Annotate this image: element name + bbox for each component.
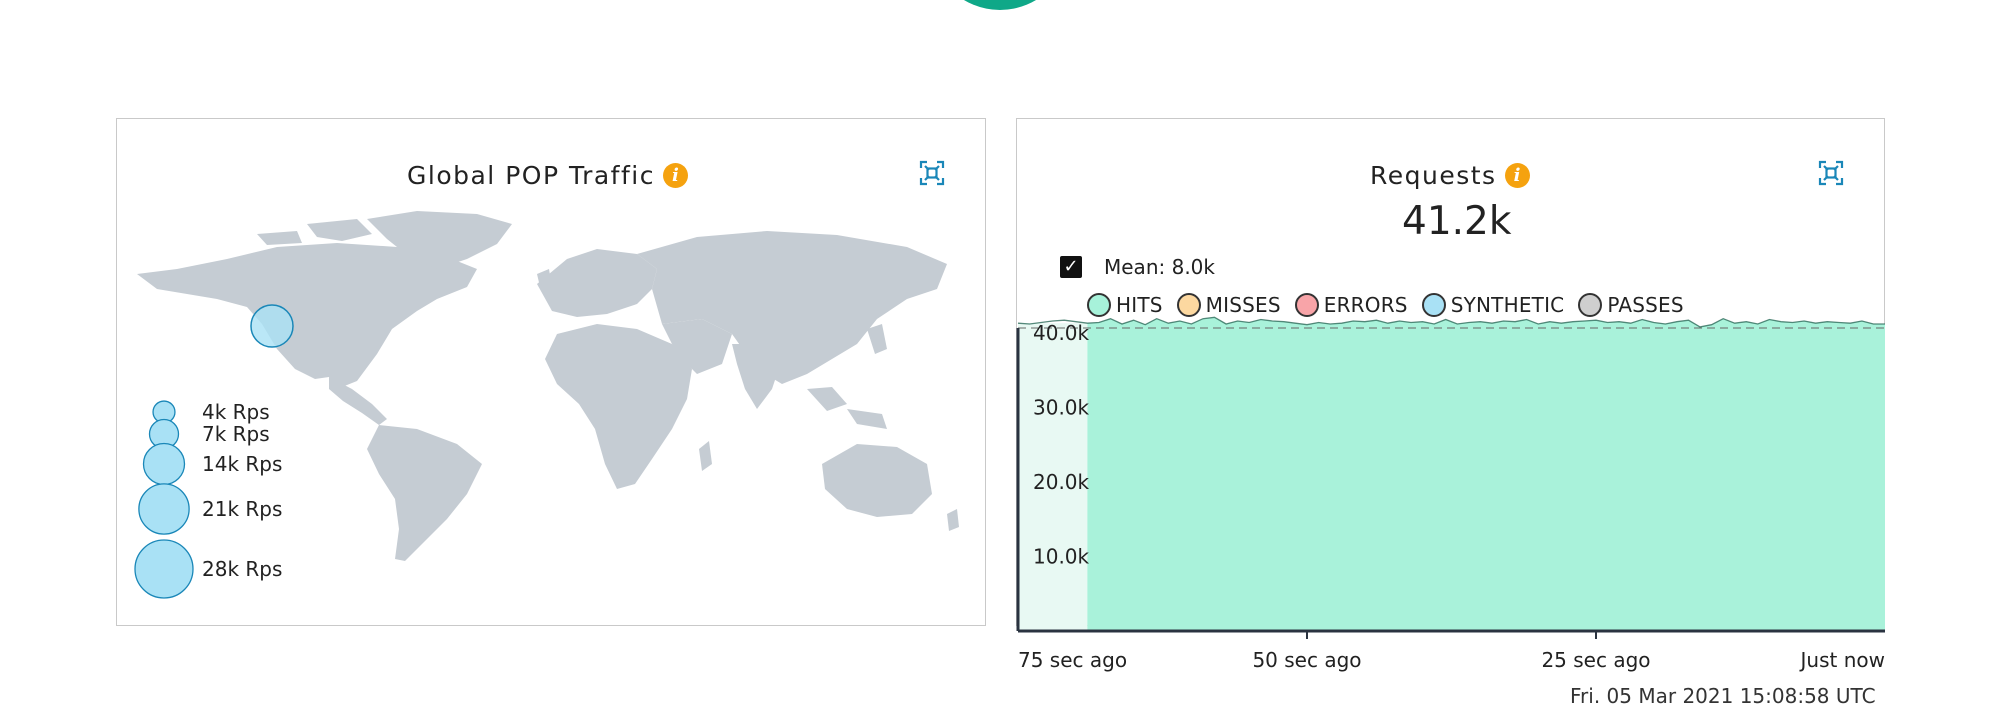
island-new-zealand xyxy=(947,509,959,531)
world-map xyxy=(134,211,959,599)
requests-title: Requests xyxy=(1370,161,1497,190)
legend-bubble-label: 28k Rps xyxy=(202,557,283,581)
bubble-size-legend xyxy=(134,400,194,599)
series-legend-item-passes[interactable]: PASSES xyxy=(1578,293,1684,317)
series-color-dot xyxy=(1087,293,1111,317)
continent-central-america xyxy=(329,377,387,425)
series-legend-label: SYNTHETIC xyxy=(1450,293,1565,317)
continent-africa xyxy=(545,324,692,489)
series-color-dot xyxy=(1421,293,1446,317)
continent-north-america xyxy=(137,243,477,387)
series-legend-item-errors[interactable]: ERRORS xyxy=(1294,293,1408,317)
continent-australia xyxy=(822,444,932,517)
pop-bubble[interactable] xyxy=(250,304,294,348)
legend-bubble-label: 21k Rps xyxy=(202,497,283,521)
arctic-islands xyxy=(257,219,372,245)
mean-checkbox[interactable]: ✓ xyxy=(1060,256,1082,278)
x-tick-label: 25 sec ago xyxy=(1541,648,1650,672)
expand-icon[interactable] xyxy=(1817,159,1845,187)
last-updated-timestamp: Fri. 05 Mar 2021 15:08:58 UTC xyxy=(1570,684,1876,708)
panel-title: Requests i xyxy=(1370,161,1530,190)
series-legend-item-synthetic[interactable]: SYNTHETIC xyxy=(1421,293,1565,317)
requests-total-value: 41.2k xyxy=(1402,199,1512,244)
brand-logo xyxy=(930,0,1070,10)
mean-label: Mean: 8.0k xyxy=(1104,255,1215,279)
legend-bubble-label: 14k Rps xyxy=(202,452,283,476)
series-legend-label: PASSES xyxy=(1607,293,1684,317)
region-india xyxy=(732,344,782,409)
series-color-dot xyxy=(1294,293,1319,317)
legend-bubble-label: 4k Rps xyxy=(202,400,270,424)
series-color-dot xyxy=(1578,293,1603,317)
series-legend: HITS MISSES ERRORS SYNTHETIC PASSES xyxy=(1087,293,1684,317)
continent-south-america xyxy=(367,425,482,561)
legend-bubble xyxy=(134,539,194,599)
legend-bubble-label: 7k Rps xyxy=(202,422,270,446)
series-legend-label: HITS xyxy=(1116,293,1163,317)
x-tick-label: 50 sec ago xyxy=(1252,648,1361,672)
global-pop-traffic-panel: Global POP Traffic i 4k Rps 7k Rps 14k R… xyxy=(116,118,986,626)
legend-bubble xyxy=(142,442,186,486)
series-legend-label: ERRORS xyxy=(1323,293,1408,317)
series-color-dot xyxy=(1176,293,1201,317)
legend-bubble xyxy=(138,483,190,535)
island-madagascar xyxy=(699,441,712,471)
continent-europe xyxy=(537,249,657,317)
series-legend-item-misses[interactable]: MISSES xyxy=(1176,293,1281,317)
x-tick-label: Just now xyxy=(1799,648,1885,672)
mean-toggle[interactable]: ✓ Mean: 8.0k xyxy=(1060,255,1215,279)
requests-panel: Requests i 41.2k ✓ Mean: 8.0k HITS MISSES… xyxy=(1016,118,1885,626)
x-tick-label: 75 sec ago xyxy=(1018,648,1127,672)
info-icon[interactable]: i xyxy=(1504,163,1530,188)
series-legend-label: MISSES xyxy=(1205,293,1281,317)
series-legend-item-hits[interactable]: HITS xyxy=(1087,293,1163,317)
